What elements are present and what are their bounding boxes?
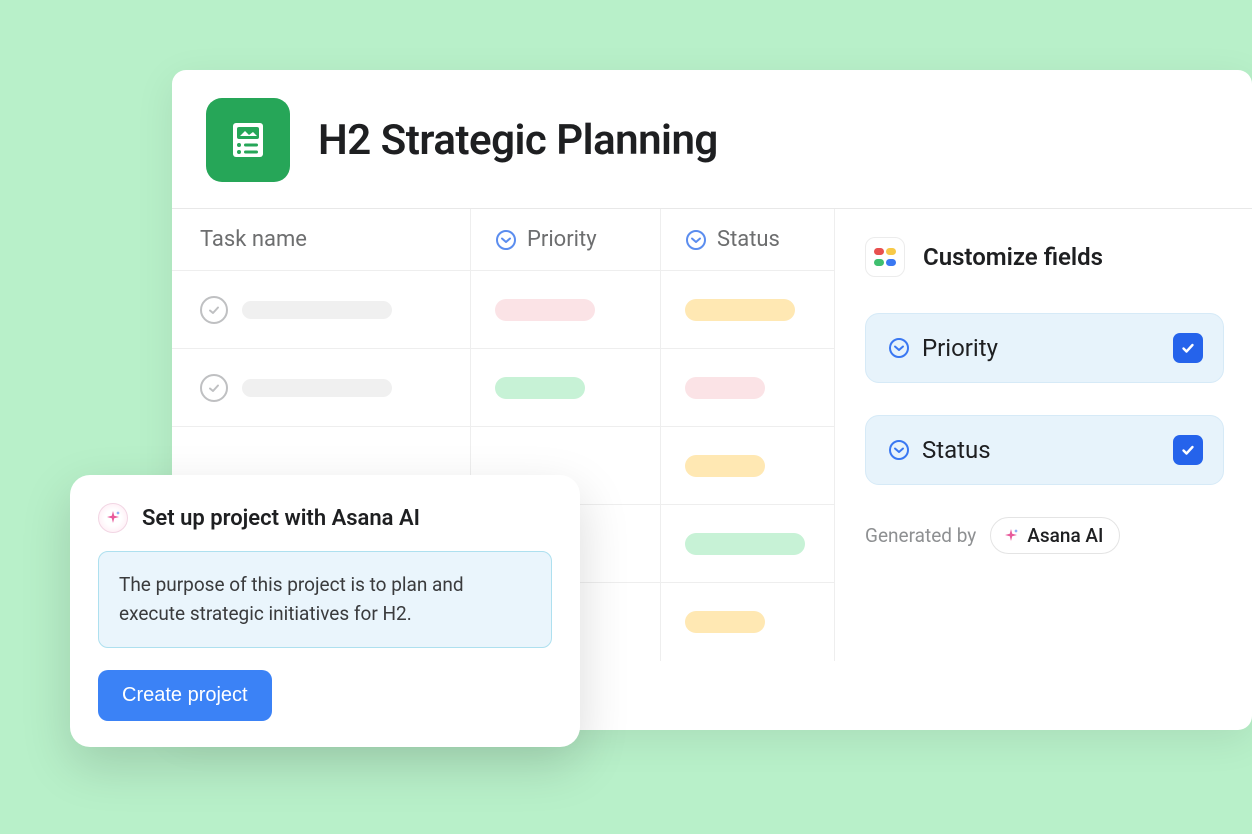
status-pill[interactable]: [685, 299, 795, 321]
table-row[interactable]: [172, 271, 834, 349]
customize-fields-header: Customize fields: [865, 237, 1224, 277]
status-pill[interactable]: [685, 377, 765, 399]
create-project-button[interactable]: Create project: [98, 670, 272, 721]
priority-pill[interactable]: [495, 299, 595, 321]
sparkle-badge-icon: [98, 503, 128, 533]
status-pill[interactable]: [685, 455, 765, 477]
field-card-status[interactable]: Status: [865, 415, 1224, 485]
priority-pill[interactable]: [495, 377, 585, 399]
column-header-task-name[interactable]: Task name: [172, 227, 470, 252]
asana-ai-chip-label: Asana AI: [1027, 524, 1103, 547]
table-header-row: Task name Priority Status: [172, 209, 834, 271]
ai-popup-header: Set up project with Asana AI: [98, 503, 552, 533]
field-enabled-checkbox[interactable]: [1173, 435, 1203, 465]
ai-popup-description[interactable]: The purpose of this project is to plan a…: [98, 551, 552, 648]
customize-fields-panel: Customize fields Priority: [834, 209, 1252, 661]
chevron-down-circle-icon: [685, 229, 707, 251]
complete-check-icon[interactable]: [200, 374, 228, 402]
project-header: H2 Strategic Planning: [172, 70, 1252, 208]
complete-check-icon[interactable]: [200, 296, 228, 324]
field-enabled-checkbox[interactable]: [1173, 333, 1203, 363]
asana-ai-chip[interactable]: Asana AI: [990, 517, 1120, 554]
customize-fields-title: Customize fields: [923, 243, 1103, 271]
column-header-priority[interactable]: Priority: [470, 209, 660, 270]
status-pill[interactable]: [685, 533, 805, 555]
chevron-down-circle-icon: [888, 439, 910, 461]
field-card-priority[interactable]: Priority: [865, 313, 1224, 383]
status-pill[interactable]: [685, 611, 765, 633]
list-template-icon: [227, 119, 269, 161]
column-header-status[interactable]: Status: [660, 209, 834, 270]
project-title: H2 Strategic Planning: [318, 116, 718, 165]
chevron-down-circle-icon: [495, 229, 517, 251]
chevron-down-circle-icon: [888, 337, 910, 359]
task-name-placeholder: [242, 379, 392, 397]
table-row[interactable]: [172, 349, 834, 427]
generated-by-row: Generated by Asana AI: [865, 517, 1224, 554]
field-label: Status: [922, 436, 991, 464]
asana-ai-setup-popup: Set up project with Asana AI The purpose…: [70, 475, 580, 747]
four-dots-icon: [865, 237, 905, 277]
task-name-placeholder: [242, 301, 392, 319]
ai-popup-title: Set up project with Asana AI: [142, 506, 420, 531]
sparkle-icon: [1003, 528, 1019, 544]
project-icon: [206, 98, 290, 182]
field-label: Priority: [922, 334, 998, 362]
generated-by-label: Generated by: [865, 524, 976, 547]
